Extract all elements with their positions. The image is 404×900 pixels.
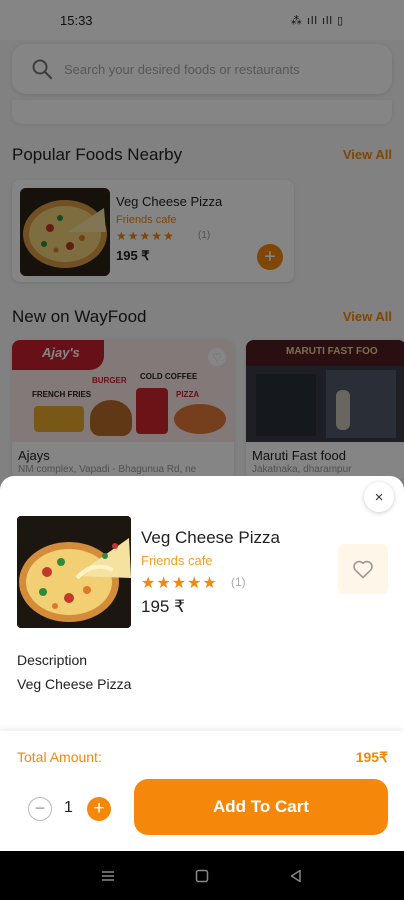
increase-quantity-button[interactable]: + [87, 797, 111, 821]
total-amount-value: 195₹ [355, 749, 388, 765]
close-icon: × [374, 488, 384, 506]
description-label: Description [17, 652, 88, 668]
item-price: 195 ₹ [141, 597, 185, 616]
rating-stars: ★★★★★ [141, 575, 218, 592]
item-name: Veg Cheese Pizza [141, 528, 280, 547]
item-detail-sheet: × Veg Cheese Pizza Friends cafe ★★★★★ (1… [0, 476, 404, 851]
decrease-quantity-button[interactable]: − [28, 797, 52, 821]
item-restaurant[interactable]: Friends cafe [141, 553, 213, 568]
cart-footer: Total Amount: 195₹ − 1 + Add To Cart [0, 731, 404, 851]
back-icon[interactable] [288, 868, 304, 884]
quantity-value: 1 [64, 799, 73, 816]
close-button[interactable]: × [364, 482, 394, 512]
total-amount-label: Total Amount: [17, 749, 102, 765]
menu-icon[interactable] [100, 868, 116, 884]
item-image [17, 516, 131, 628]
add-to-cart-button[interactable]: Add To Cart [134, 779, 388, 835]
home-icon[interactable] [194, 868, 210, 884]
rating-count: (1) [231, 575, 246, 589]
system-nav-bar [0, 851, 404, 900]
favorite-button[interactable] [338, 544, 388, 594]
description-text: Veg Cheese Pizza [17, 676, 132, 692]
heart-icon [353, 560, 373, 579]
